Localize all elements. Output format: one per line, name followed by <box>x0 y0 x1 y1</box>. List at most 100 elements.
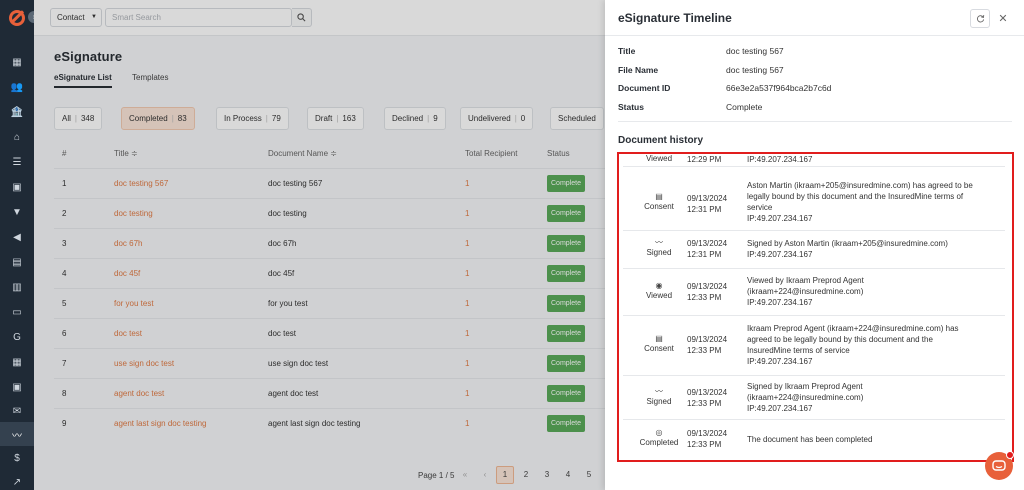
history-description: Signed by Ikraam Preprod Agent (ikraam+2… <box>747 381 977 414</box>
history-time: 12:33 PM <box>687 399 722 408</box>
history-event-label: Viewed <box>645 291 673 300</box>
divider <box>618 121 1012 122</box>
app-sidebar: › ▦ 👥 🏦 ⌂ ☰ ▣ ▼ ◀ ▤ ▥ ▭ G ▦ ▣ ✉ 〰 $ ↗ <box>0 0 40 490</box>
history-item: Viewed 12:29 PM IP:49.207.234.167 <box>623 154 1005 167</box>
history-time: 12:29 PM <box>687 155 722 164</box>
calendar-icon[interactable]: ▣ <box>11 381 23 393</box>
history-datetime: 09/13/2024 12:33 PM <box>687 428 727 450</box>
history-ip: IP:49.207.234.167 <box>747 404 813 413</box>
refresh-icon <box>976 15 984 23</box>
history-time: 12:33 PM <box>687 440 722 449</box>
refresh-button[interactable] <box>970 9 990 28</box>
history-item: ◉ Viewed 09/13/2024 12:33 PM Viewed by Ik… <box>623 269 1005 316</box>
history-description: The document has been completed <box>747 435 873 444</box>
history-item: 〰 Signed 09/13/2024 12:31 PM Signed by As… <box>623 231 1005 269</box>
history-event: ◉ Viewed <box>623 281 695 300</box>
chat-icon <box>992 460 1006 471</box>
history-line: Signed by Aston Martin (ikraam+205@insur… <box>747 239 948 248</box>
history-datetime: 09/13/2024 12:31 PM <box>687 193 727 215</box>
history-date: 09/13/2024 <box>687 239 728 248</box>
filter-icon[interactable]: ▼ <box>11 206 23 218</box>
meta-value-title: doc testing 567 <box>726 46 784 56</box>
meta-value-status: Complete <box>726 102 763 112</box>
notification-dot <box>1006 451 1014 459</box>
meta-label-document-id: Document ID <box>618 83 671 93</box>
history-datetime: 09/13/2024 12:33 PM <box>687 387 727 409</box>
history-line: Ikraam Preprod Agent (ikraam+224@insured… <box>747 324 959 355</box>
building-alt-icon[interactable]: ⌂ <box>11 131 23 143</box>
spreadsheet-icon[interactable]: ▦ <box>11 356 23 368</box>
history-date: 09/13/2024 <box>687 429 728 438</box>
megaphone-icon[interactable]: ◀ <box>11 231 23 243</box>
drawer-title: eSignature Timeline <box>618 11 732 25</box>
document-history-list[interactable]: Viewed 12:29 PM IP:49.207.234.167 ▤ Cons… <box>617 152 1014 462</box>
history-description: IP:49.207.234.167 <box>747 155 813 164</box>
analytics-icon[interactable]: ↗ <box>11 476 23 488</box>
check-circle-icon: ◎ <box>655 428 663 437</box>
history-line: Viewed by Ikraam Preprod Agent (ikraam+2… <box>747 276 864 296</box>
history-event: ▤ Consent <box>623 334 695 353</box>
chat-button[interactable] <box>985 451 1014 480</box>
document-icon[interactable]: ▤ <box>11 256 23 268</box>
divider <box>605 35 1024 36</box>
meta-label-title: Title <box>618 46 636 56</box>
history-item: ◎ Completed 09/13/2024 12:33 PM The docum… <box>623 420 1005 460</box>
history-datetime: 09/13/2024 12:33 PM <box>687 281 727 303</box>
history-event-label: Viewed <box>645 154 673 163</box>
list-icon[interactable]: ☰ <box>11 156 23 168</box>
dollar-icon[interactable]: $ <box>11 452 23 464</box>
history-item: 〰 Signed 09/13/2024 12:33 PM Signed by Ik… <box>623 376 1005 420</box>
history-event: ◎ Completed <box>623 428 695 447</box>
history-date: 09/13/2024 <box>687 194 728 203</box>
history-event: ▤ Consent <box>623 192 695 211</box>
history-event: Viewed <box>623 154 695 163</box>
meta-label-file-name: File Name <box>618 65 659 75</box>
contacts-icon[interactable]: 👥 <box>11 81 23 93</box>
history-datetime: 09/13/2024 12:31 PM <box>687 238 727 260</box>
history-date: 09/13/2024 <box>687 282 728 291</box>
meta-value-file-name: doc testing 567 <box>726 65 784 75</box>
consent-icon: ▤ <box>655 192 663 201</box>
signature-icon: 〰 <box>655 387 663 396</box>
chart-icon[interactable]: ▥ <box>11 281 23 293</box>
eye-icon: ◉ <box>655 281 663 290</box>
history-date: 09/13/2024 <box>687 335 728 344</box>
history-line: Aston Martin (ikraam+205@insuredmine.com… <box>747 181 973 212</box>
modal-backdrop[interactable] <box>34 0 605 490</box>
history-description: Aston Martin (ikraam+205@insuredmine.com… <box>747 180 977 224</box>
history-time: 12:33 PM <box>687 293 722 302</box>
meta-value-document-id: 66e3e2a537f964bca2b7c6d <box>726 83 832 93</box>
history-event-label: Consent <box>644 202 674 211</box>
building-icon[interactable]: 🏦 <box>11 106 23 118</box>
history-event-label: Signed <box>646 248 672 257</box>
dashboard-icon[interactable]: ▦ <box>11 56 23 68</box>
history-ip: IP:49.207.234.167 <box>747 357 813 366</box>
folder-icon[interactable]: ▭ <box>11 306 23 318</box>
history-description: Viewed by Ikraam Preprod Agent (ikraam+2… <box>747 275 977 308</box>
history-event: 〰 Signed <box>623 387 695 406</box>
history-event-label: Consent <box>644 344 674 353</box>
history-item: ▤ Consent 09/13/2024 12:33 PM Ikraam Prep… <box>623 316 1005 376</box>
esignature-timeline-drawer: eSignature Timeline ✕ Title doc testing … <box>605 0 1024 490</box>
history-date: 09/13/2024 <box>687 388 728 397</box>
history-ip: IP:49.207.234.167 <box>747 298 813 307</box>
contact-card-icon[interactable]: ▣ <box>11 181 23 193</box>
history-time: 12:33 PM <box>687 346 722 355</box>
history-ip: IP:49.207.234.167 <box>747 250 813 259</box>
meta-label-status: Status <box>618 102 644 112</box>
signature-icon[interactable]: 〰 <box>0 422 34 446</box>
document-history-title: Document history <box>618 135 704 146</box>
history-line: Signed by Ikraam Preprod Agent (ikraam+2… <box>747 382 864 402</box>
history-event-label: Signed <box>646 397 672 406</box>
history-time: 12:31 PM <box>687 205 722 214</box>
signature-icon: 〰 <box>655 238 663 247</box>
history-event-label: Completed <box>639 438 679 447</box>
mail-icon[interactable]: ✉ <box>11 405 23 417</box>
history-description: Ikraam Preprod Agent (ikraam+224@insured… <box>747 323 977 367</box>
consent-icon: ▤ <box>655 334 663 343</box>
g-icon[interactable]: G <box>11 331 23 343</box>
history-time: 12:31 PM <box>687 250 722 259</box>
history-datetime: 09/13/2024 12:33 PM <box>687 334 727 356</box>
close-icon[interactable]: ✕ <box>996 9 1010 28</box>
history-event: 〰 Signed <box>623 238 695 257</box>
